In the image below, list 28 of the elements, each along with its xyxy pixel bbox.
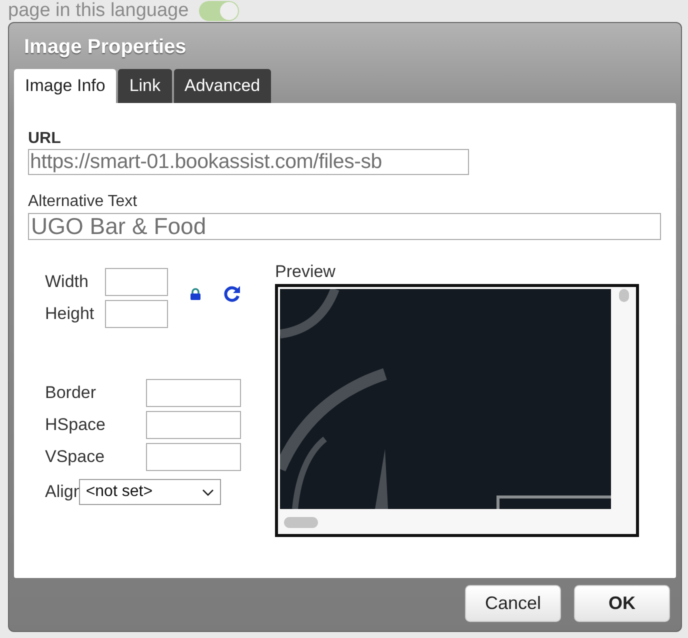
url-field[interactable]: https://smart-01.bookassist.com/files-sb xyxy=(28,149,469,175)
input-field[interactable] xyxy=(146,411,241,439)
lock-icon[interactable] xyxy=(190,288,201,300)
field-label: VSpace xyxy=(45,447,106,467)
alt-text-label: Alternative Text xyxy=(28,193,138,211)
alt-text-field[interactable]: UGO Bar & Food xyxy=(28,213,661,240)
align-dropdown[interactable]: <not set> xyxy=(78,479,221,505)
input-field[interactable] xyxy=(105,268,168,296)
input-field[interactable] xyxy=(105,300,168,328)
refresh-icon[interactable] xyxy=(223,285,241,303)
preview-label: Preview xyxy=(275,262,336,282)
background-text: page in this language xyxy=(8,0,189,21)
chevron-down-icon xyxy=(202,488,214,496)
scrollbar-thumb[interactable] xyxy=(284,517,318,528)
dialog-button[interactable]: Cancel xyxy=(465,585,561,622)
dialog-title: Image Properties xyxy=(23,35,186,60)
field-label: HSpace xyxy=(45,415,106,435)
field-label: Height xyxy=(45,304,96,324)
dialog-button[interactable]: OK xyxy=(574,585,670,622)
tab[interactable]: Advanced xyxy=(174,69,272,103)
tab[interactable]: Link xyxy=(118,69,172,103)
scrollbar-thumb[interactable] xyxy=(619,289,629,302)
input-field[interactable] xyxy=(146,379,241,407)
field-label: Border xyxy=(45,383,98,403)
input-field[interactable] xyxy=(146,443,241,471)
url-label: URL xyxy=(28,130,61,148)
field-label: Width xyxy=(45,272,90,292)
tab[interactable]: Image Info xyxy=(14,69,116,103)
